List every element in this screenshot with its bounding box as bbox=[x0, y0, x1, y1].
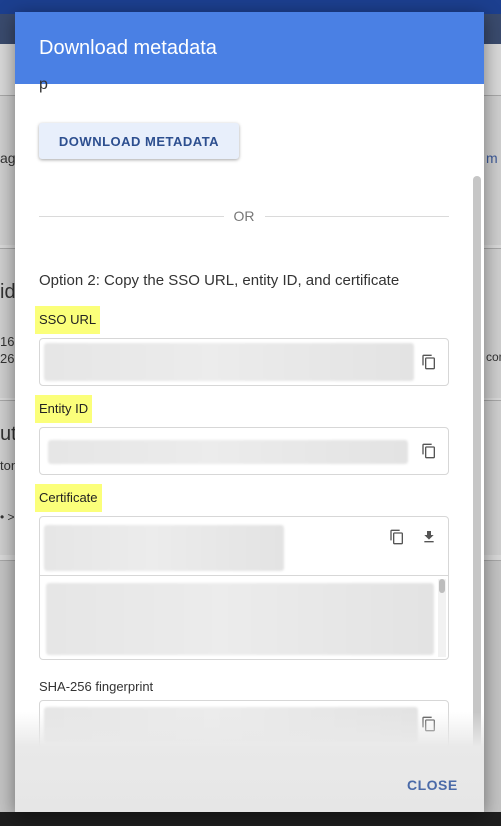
partial-text: p bbox=[39, 76, 48, 93]
certificate-scrollbar-thumb[interactable] bbox=[439, 579, 445, 593]
option2-heading: Option 2: Copy the SSO URL, entity ID, a… bbox=[39, 272, 400, 289]
redacted-value bbox=[48, 440, 408, 464]
background-text: 26 bbox=[0, 351, 15, 366]
download-metadata-button[interactable]: DOWNLOAD METADATA bbox=[39, 123, 239, 159]
sso-url-label: SSO URL bbox=[35, 306, 101, 334]
redacted-value bbox=[44, 525, 284, 571]
entity-id-field[interactable] bbox=[39, 427, 449, 475]
dialog-scrollbar-thumb[interactable] bbox=[473, 176, 481, 776]
or-divider: OR bbox=[39, 206, 449, 226]
dialog-header: Download metadata bbox=[15, 12, 484, 84]
copy-icon[interactable] bbox=[418, 351, 440, 373]
sso-url-field[interactable] bbox=[39, 338, 449, 386]
copy-icon[interactable] bbox=[386, 526, 408, 548]
background-text: ton bbox=[0, 458, 15, 473]
download-metadata-dialog: Download metadata p DOWNLOAD METADATA OR… bbox=[15, 12, 484, 812]
redacted-value bbox=[44, 343, 414, 381]
divider-line bbox=[39, 215, 224, 217]
background-text: • > bbox=[0, 510, 15, 524]
certificate-label: Certificate bbox=[35, 484, 102, 512]
certificate-divider bbox=[40, 575, 448, 576]
certificate-scrollbar[interactable] bbox=[438, 579, 446, 657]
background-text: ag bbox=[0, 150, 15, 166]
redacted-certificate-body bbox=[46, 583, 434, 655]
sha256-label: SHA-256 fingerprint bbox=[39, 679, 154, 694]
entity-id-label: Entity ID bbox=[35, 395, 93, 423]
dialog-footer: CLOSE bbox=[15, 712, 484, 812]
background-text: id bbox=[0, 281, 15, 303]
copy-icon[interactable] bbox=[418, 440, 440, 462]
dialog-title: Download metadata bbox=[39, 36, 217, 59]
background-text: 16 bbox=[0, 334, 15, 349]
divider-line bbox=[264, 215, 449, 217]
or-text: OR bbox=[233, 208, 255, 224]
background-text: m bbox=[486, 150, 498, 166]
certificate-field[interactable] bbox=[39, 516, 449, 660]
background-bottom-bar bbox=[0, 812, 501, 826]
download-icon[interactable] bbox=[418, 526, 440, 548]
close-button[interactable]: CLOSE bbox=[407, 777, 458, 793]
background-text: con bbox=[486, 350, 501, 364]
background-text: uto bbox=[0, 423, 15, 445]
dialog-body: p DOWNLOAD METADATA OR Option 2: Copy th… bbox=[15, 76, 484, 784]
